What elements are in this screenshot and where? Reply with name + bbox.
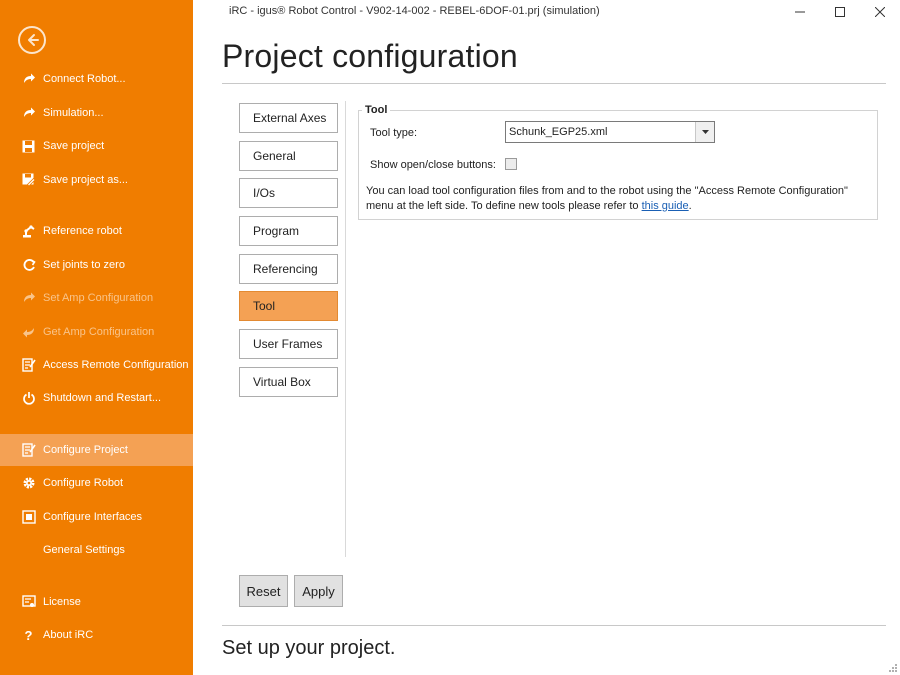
tab-referencing[interactable]: Referencing (239, 254, 338, 284)
save-icon (21, 139, 36, 154)
sidebar-item-label: General Settings (43, 544, 125, 556)
arrow-left-circle-icon (28, 34, 39, 46)
sidebar-item-label: Set Amp Configuration (43, 292, 154, 304)
sidebar-item-set-amp-configuration: Set Amp Configuration (0, 282, 193, 314)
sidebar-item-license[interactable]: License (0, 586, 193, 618)
sidebar-item-general-settings[interactable]: General Settings (0, 534, 193, 566)
apply-button[interactable]: Apply (294, 575, 343, 607)
interfaces-icon (21, 510, 36, 525)
sidebar-item-label: Save project as... (43, 174, 128, 186)
tabs-divider (345, 101, 346, 557)
back-button[interactable] (18, 26, 46, 54)
tab-ios[interactable]: I/Os (239, 178, 338, 208)
get-amp-icon (21, 325, 36, 340)
reference-icon (21, 224, 36, 239)
sidebar-item-label: Save project (43, 140, 105, 152)
minimize-button[interactable] (780, 0, 820, 24)
status-text: Set up your project. (222, 637, 396, 659)
tab-program[interactable]: Program (239, 216, 338, 246)
sidebar-item-reference-robot[interactable]: Reference robot (0, 215, 193, 247)
sidebar-item-label: Access Remote Configuration (43, 359, 189, 371)
tab-external-axes[interactable]: External Axes (239, 103, 338, 133)
tool-type-select[interactable]: Schunk_EGP25.xml (505, 121, 715, 143)
connect-icon (21, 72, 36, 87)
sidebar-item-label: Simulation... (43, 107, 104, 119)
save-as-icon (21, 173, 36, 188)
tool-info-text: You can load tool configuration files fr… (366, 185, 848, 212)
sidebar-item-get-amp-configuration: Get Amp Configuration (0, 316, 193, 348)
sidebar-item-label: Configure Interfaces (43, 511, 143, 523)
sidebar-item-label: Configure Project (43, 444, 128, 456)
tab-virtual-box[interactable]: Virtual Box (239, 367, 338, 397)
show-buttons-checkbox[interactable] (505, 158, 517, 170)
sidebar-item-label: Get Amp Configuration (43, 326, 155, 338)
license-icon (21, 595, 36, 610)
tool-type-value: Schunk_EGP25.xml (509, 126, 608, 138)
show-buttons-label: Show open/close buttons: (370, 159, 496, 171)
footer-divider (222, 625, 886, 626)
sidebar-item-label: License (43, 596, 81, 608)
tool-group-title: Tool (362, 104, 391, 116)
dropdown-arrow-icon[interactable] (695, 122, 714, 142)
close-button[interactable] (860, 0, 900, 24)
zero-joints-icon (21, 258, 36, 273)
sidebar-item-save-project-as[interactable]: Save project as... (0, 164, 193, 196)
power-icon (21, 391, 36, 406)
tab-general[interactable]: General (239, 141, 338, 171)
sidebar-item-configure-project[interactable]: Configure Project (0, 434, 193, 466)
sidebar-item-label: Connect Robot... (43, 73, 126, 85)
sidebar-item-save-project[interactable]: Save project (0, 130, 193, 162)
reset-button[interactable]: Reset (239, 575, 288, 607)
sidebar-item-label: About iRC (43, 629, 94, 641)
maximize-icon (835, 7, 845, 17)
remote-config-icon (21, 358, 36, 373)
gear-icon (21, 476, 36, 491)
sidebar: Connect Robot... Simulation... Save proj… (0, 0, 193, 675)
window-title: iRC - igus® Robot Control - V902-14-002 … (229, 5, 600, 17)
sidebar-item-about[interactable]: ? About iRC (0, 619, 193, 651)
minimize-icon (795, 11, 805, 13)
sidebar-item-connect-robot[interactable]: Connect Robot... (0, 63, 193, 95)
sidebar-item-label: Shutdown and Restart... (43, 392, 162, 404)
configure-project-icon (21, 443, 36, 458)
simulation-icon (21, 106, 36, 121)
tab-tool[interactable]: Tool (239, 291, 338, 321)
sidebar-item-label: Set joints to zero (43, 259, 125, 271)
maximize-button[interactable] (820, 0, 860, 24)
sidebar-item-label: Reference robot (43, 225, 122, 237)
title-bar: iRC - igus® Robot Control - V902-14-002 … (193, 0, 900, 24)
tab-user-frames[interactable]: User Frames (239, 329, 338, 359)
sidebar-item-set-joints-zero[interactable]: Set joints to zero (0, 249, 193, 281)
sidebar-item-label: Configure Robot (43, 477, 124, 489)
set-amp-icon (21, 291, 36, 306)
tool-type-label: Tool type: (370, 127, 418, 139)
resize-grip-icon[interactable] (887, 662, 897, 672)
sidebar-item-configure-robot[interactable]: Configure Robot (0, 467, 193, 499)
sidebar-item-configure-interfaces[interactable]: Configure Interfaces (0, 501, 193, 533)
question-icon: ? (24, 627, 33, 643)
close-icon (875, 7, 885, 17)
guide-link[interactable]: this guide (642, 200, 689, 212)
sidebar-item-simulation[interactable]: Simulation... (0, 97, 193, 129)
sidebar-item-access-remote-configuration[interactable]: Access Remote Configuration (0, 349, 193, 381)
page-title: Project configuration (222, 38, 518, 74)
title-divider (222, 83, 886, 84)
sidebar-item-shutdown-restart[interactable]: Shutdown and Restart... (0, 382, 193, 414)
